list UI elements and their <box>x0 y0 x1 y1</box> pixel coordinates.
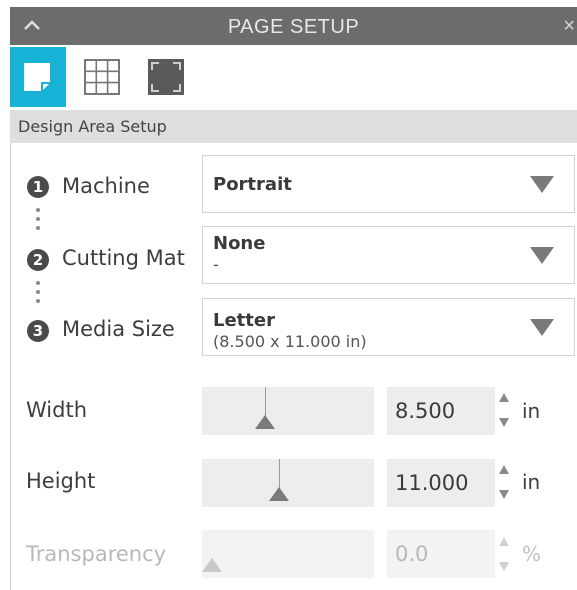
width-stepper[interactable] <box>499 393 511 427</box>
height-label: Height <box>26 469 96 493</box>
grid-icon <box>84 59 120 95</box>
height-slider[interactable] <box>202 459 374 507</box>
media-size-label: Media Size <box>62 317 175 341</box>
width-label: Width <box>26 398 88 422</box>
step-2-badge: 2 <box>27 249 49 271</box>
slider-thumb[interactable] <box>255 415 275 429</box>
step-1-badge: 1 <box>27 176 49 198</box>
cutting-mat-dropdown[interactable]: None - <box>202 226 575 284</box>
slider-tick <box>265 387 266 417</box>
slider-thumb[interactable] <box>269 487 289 501</box>
dropdown-arrow-icon <box>530 247 554 264</box>
machine-value: Portrait <box>213 174 292 195</box>
transparency-input[interactable]: 0.0 <box>387 530 495 578</box>
step-connector-dots <box>36 208 40 235</box>
stepper-up-icon[interactable] <box>499 393 509 402</box>
stepper-up-icon[interactable] <box>499 465 509 474</box>
close-icon[interactable]: × <box>563 15 575 38</box>
media-size-dropdown[interactable]: Letter (8.500 x 11.000 in) <box>202 298 575 356</box>
transparency-unit: % <box>522 542 542 566</box>
height-unit: in <box>522 470 541 494</box>
height-stepper[interactable] <box>499 465 511 499</box>
cutting-mat-subvalue: - <box>213 255 219 274</box>
slider-thumb[interactable] <box>202 558 222 572</box>
stepper-down-icon[interactable] <box>499 418 509 427</box>
page-icon <box>24 63 50 91</box>
page-tool-button[interactable] <box>10 47 66 107</box>
stepper-down-icon[interactable] <box>499 562 509 571</box>
fit-screen-icon <box>148 59 184 95</box>
media-size-value: Letter <box>213 310 275 331</box>
slider-tick <box>279 459 280 489</box>
height-input[interactable]: 11.000 <box>387 459 495 507</box>
panel-left-border <box>10 143 11 590</box>
cutting-mat-value: None <box>213 233 266 254</box>
fit-tool-button[interactable] <box>138 47 194 107</box>
section-header: Design Area Setup <box>10 110 577 143</box>
grid-tool-button[interactable] <box>74 47 130 107</box>
machine-dropdown[interactable]: Portrait <box>202 155 575 213</box>
step-3-badge: 3 <box>27 320 49 342</box>
transparency-stepper[interactable] <box>499 537 511 571</box>
page-setup-panel: PAGE SETUP × Design Area Setup 1 Machine… <box>0 0 577 590</box>
transparency-label: Transparency <box>26 542 167 566</box>
stepper-up-icon[interactable] <box>499 537 509 546</box>
stepper-down-icon[interactable] <box>499 490 509 499</box>
machine-label: Machine <box>62 174 150 198</box>
dropdown-arrow-icon <box>530 176 554 193</box>
width-input[interactable]: 8.500 <box>387 387 495 435</box>
cutting-mat-label: Cutting Mat <box>62 246 185 270</box>
panel-title: PAGE SETUP <box>227 16 360 38</box>
panel-titlebar: PAGE SETUP × <box>10 7 577 45</box>
step-connector-dots <box>36 281 40 308</box>
width-slider[interactable] <box>202 387 374 435</box>
dropdown-arrow-icon <box>530 319 554 336</box>
media-size-subvalue: (8.500 x 11.000 in) <box>213 332 367 351</box>
transparency-slider[interactable] <box>202 530 374 578</box>
width-unit: in <box>522 399 541 423</box>
